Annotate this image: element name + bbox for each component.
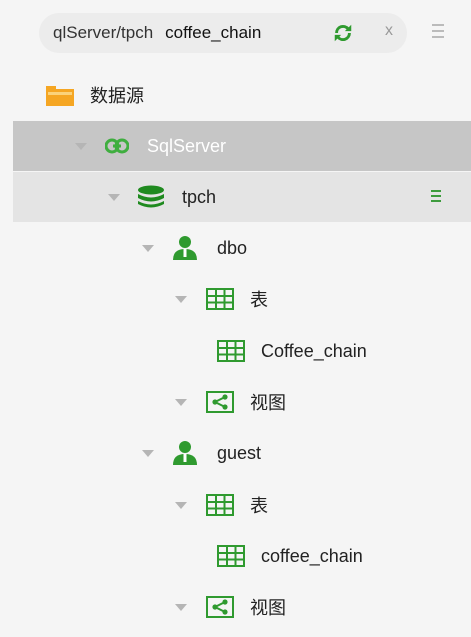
tree-item-views-folder[interactable]: 视图 — [13, 582, 471, 632]
tree-root-label: 数据源 — [90, 86, 144, 106]
tree-item-views-label: 视图 — [250, 393, 286, 413]
database-icon — [138, 185, 164, 208]
tree-item-table-label: coffee_chain — [261, 545, 363, 566]
caret-down-icon[interactable] — [175, 502, 187, 509]
tree-item-tables-folder[interactable]: 表 — [13, 274, 471, 324]
folder-icon — [46, 86, 74, 106]
caret-down-icon[interactable] — [75, 143, 87, 150]
search-input[interactable]: coffee_chain — [165, 23, 261, 43]
caret-down-icon[interactable] — [175, 296, 187, 303]
caret-down-icon[interactable] — [175, 604, 187, 611]
row-menu-icon[interactable] — [431, 190, 441, 204]
tree-item-tables-label: 表 — [250, 290, 268, 310]
table-icon — [217, 340, 245, 362]
view-icon — [206, 391, 234, 413]
search-path: qlServer/tpch — [53, 23, 154, 42]
view-icon — [206, 596, 234, 618]
tree-item-database[interactable]: tpch — [13, 172, 471, 222]
tree-item-views-folder[interactable]: 视图 — [13, 377, 471, 427]
search-bar[interactable]: qlServer/tpch coffee_chain x — [39, 13, 407, 53]
table-icon — [217, 545, 245, 567]
tree-item-connection[interactable]: SqlServer — [13, 121, 471, 171]
tree-item-schema-label: guest — [217, 442, 262, 463]
caret-down-icon[interactable] — [142, 450, 154, 457]
tree-item-schema-label: dbo — [217, 237, 248, 258]
tree-item-database-label: tpch — [182, 186, 217, 207]
refresh-icon[interactable] — [332, 22, 354, 44]
tree-item-tables-folder[interactable]: 表 — [13, 480, 471, 530]
menu-icon[interactable] — [432, 24, 444, 40]
table-icon — [206, 494, 234, 516]
caret-down-icon[interactable] — [142, 245, 154, 252]
tree-item-tables-label: 表 — [250, 496, 268, 516]
table-icon — [206, 288, 234, 310]
tree-item-table-label: Coffee_chain — [261, 340, 367, 361]
tree-item-table[interactable]: coffee_chain — [13, 531, 471, 581]
tree-item-schema[interactable]: dbo — [13, 223, 471, 273]
caret-down-icon[interactable] — [175, 399, 187, 406]
link-icon — [105, 138, 129, 154]
caret-down-icon[interactable] — [108, 194, 120, 201]
tree-root[interactable]: 数据源 — [13, 70, 471, 120]
user-icon — [173, 441, 197, 465]
tree-item-views-label: 视图 — [250, 598, 286, 618]
tree-item-schema[interactable]: guest — [13, 428, 471, 478]
tree-item-table[interactable]: Coffee_chain — [13, 326, 471, 376]
user-icon — [173, 236, 197, 260]
tree-item-connection-label: SqlServer — [147, 135, 227, 156]
clear-icon[interactable]: x — [385, 22, 393, 40]
